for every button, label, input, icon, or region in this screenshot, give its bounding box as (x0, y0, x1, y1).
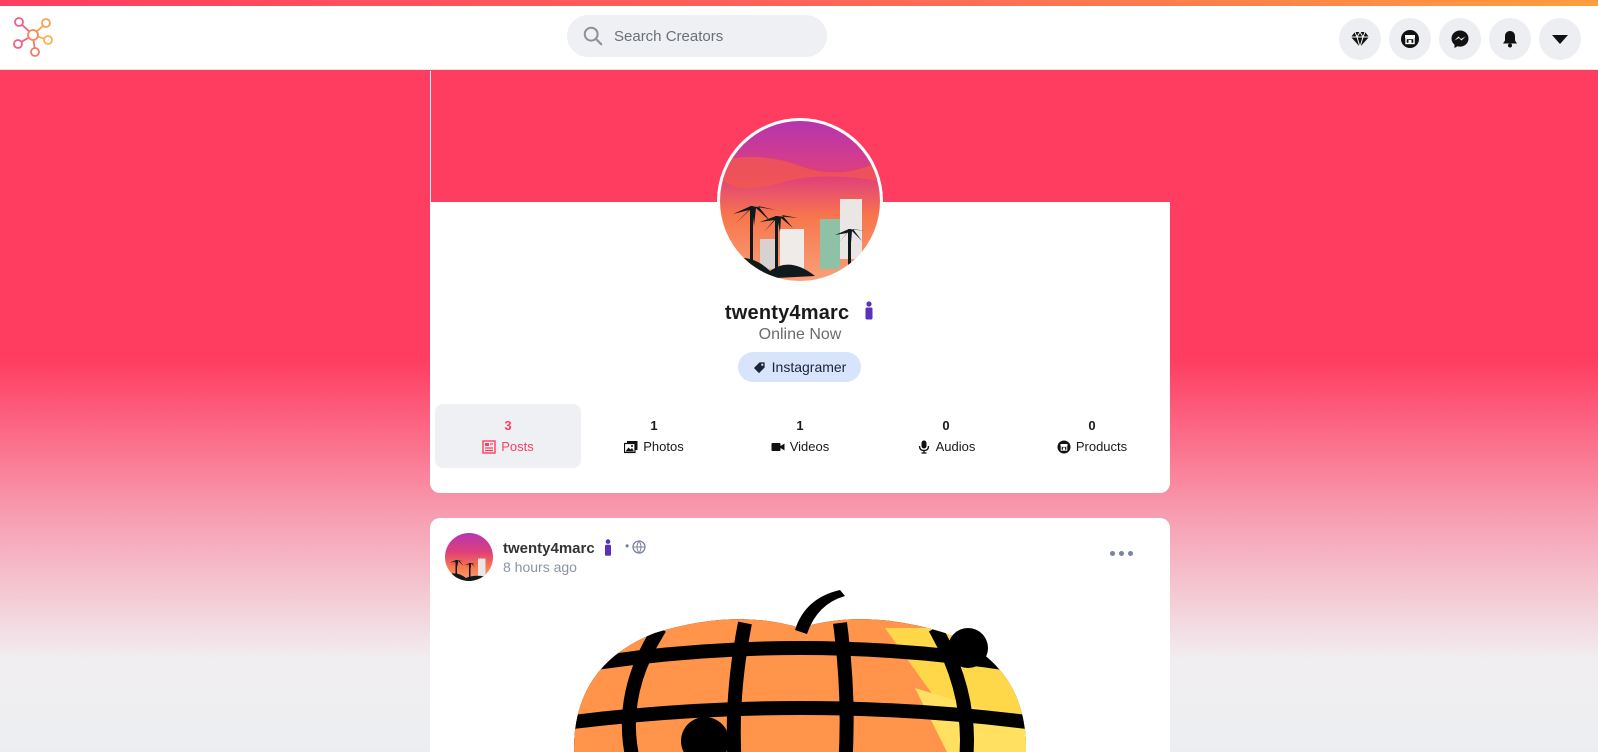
tab-posts[interactable]: 3 Posts (435, 404, 581, 468)
tab-products[interactable]: 0 Products (1019, 404, 1165, 468)
user-verified-icon (865, 301, 873, 320)
chevron-down-icon (1552, 35, 1568, 44)
more-dot-icon (1119, 550, 1124, 556)
microphone-icon (918, 440, 929, 454)
posts-count: 3 (504, 418, 512, 433)
bell-icon (1503, 31, 1517, 48)
video-icon (771, 442, 785, 451)
separator-dot: • (625, 539, 630, 553)
profile-name: twenty4marc (430, 301, 1170, 325)
videos-label: Videos (789, 439, 830, 454)
network-logo-icon[interactable] (10, 14, 56, 60)
more-dot-icon (1128, 550, 1133, 556)
user-verified-icon (605, 539, 611, 556)
search-input[interactable] (614, 27, 814, 45)
post-timestamp: 8 hours ago (503, 559, 577, 575)
search-bar[interactable] (567, 15, 827, 57)
store-button[interactable] (1389, 18, 1431, 60)
category-tag[interactable]: Instagramer (738, 352, 861, 382)
notifications-button[interactable] (1489, 18, 1531, 60)
category-label: Instagramer (771, 359, 847, 375)
products-count: 0 (1088, 418, 1096, 433)
products-label: Products (1075, 439, 1128, 454)
profile-tabs: 3 Posts 1 Photos 1 Videos 0 Audios 0 Pro… (435, 404, 1165, 468)
post-author-avatar[interactable] (445, 533, 493, 581)
post-card: twenty4marc • 8 hours ago (430, 518, 1170, 752)
username: twenty4marc (724, 302, 850, 324)
post-author-name[interactable]: twenty4marc (503, 540, 595, 557)
tab-audios[interactable]: 0 Audios (873, 404, 1019, 468)
tab-photos[interactable]: 1 Photos (581, 404, 727, 468)
store-icon (1057, 440, 1071, 453)
posts-label: Posts (501, 439, 534, 454)
avatar-image (720, 121, 880, 281)
diamond-icon (1351, 31, 1369, 49)
messenger-icon (1451, 30, 1469, 48)
globe-icon (632, 540, 646, 554)
store-icon (1401, 30, 1419, 48)
photos-icon (624, 440, 638, 453)
profile-card: twenty4marc Online Now Instagramer 3 Pos… (430, 71, 1170, 493)
top-navbar (0, 6, 1598, 70)
more-dot-icon (1110, 550, 1115, 556)
tab-videos[interactable]: 1 Videos (727, 404, 873, 468)
messages-button[interactable] (1439, 18, 1481, 60)
videos-count: 1 (796, 418, 804, 433)
post-options-button[interactable] (1110, 546, 1138, 560)
avatar-image (445, 533, 493, 581)
posts-icon (482, 439, 496, 454)
tag-icon (753, 361, 765, 373)
profile-avatar[interactable] (717, 118, 883, 284)
premium-button[interactable] (1339, 18, 1381, 60)
audios-count: 0 (942, 418, 950, 433)
account-menu-button[interactable] (1539, 18, 1581, 60)
online-status: Online Now (758, 326, 842, 343)
post-image[interactable] (555, 588, 1045, 752)
photos-label: Photos (643, 439, 684, 454)
photos-count: 1 (650, 418, 658, 433)
search-icon (583, 26, 603, 46)
audios-label: Audios (935, 439, 976, 454)
